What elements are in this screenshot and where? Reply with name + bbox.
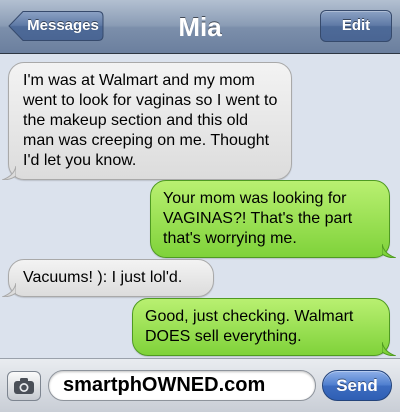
message-thread[interactable]: I'm was at Walmart and my mom went to lo… — [0, 54, 400, 358]
bubble-tail — [382, 342, 396, 356]
message-text: Good, just checking. Walmart DOES sell e… — [145, 308, 354, 345]
outgoing-message-bubble: Your mom was looking for VAGINAS?! That'… — [150, 180, 396, 258]
incoming-message-bubble: I'm was at Walmart and my mom went to lo… — [2, 62, 292, 180]
camera-icon — [14, 378, 34, 394]
back-button-label: Messages — [27, 17, 99, 34]
message-input[interactable]: smartphOWNED.com — [48, 370, 316, 401]
bubble-tail — [2, 283, 16, 297]
send-button[interactable]: Send — [322, 370, 392, 401]
outgoing-message-bubble: Good, just checking. Walmart DOES sell e… — [132, 298, 396, 356]
message-text: I'm was at Walmart and my mom went to lo… — [23, 72, 278, 169]
message-composer: smartphOWNED.com Send — [0, 358, 400, 412]
edit-button[interactable]: Edit — [320, 10, 392, 42]
message-text: Your mom was looking for VAGINAS?! That'… — [163, 190, 353, 247]
navigation-bar: Mia Messages Edit — [0, 0, 400, 54]
incoming-message-bubble: Vacuums! ): I just lol'd. — [2, 259, 214, 297]
bubble-tail — [2, 166, 16, 180]
bubble-tail — [382, 244, 396, 258]
messages-back-button[interactable]: Messages — [8, 10, 104, 42]
message-text: Vacuums! ): I just lol'd. — [23, 269, 183, 286]
camera-button[interactable] — [7, 371, 41, 401]
